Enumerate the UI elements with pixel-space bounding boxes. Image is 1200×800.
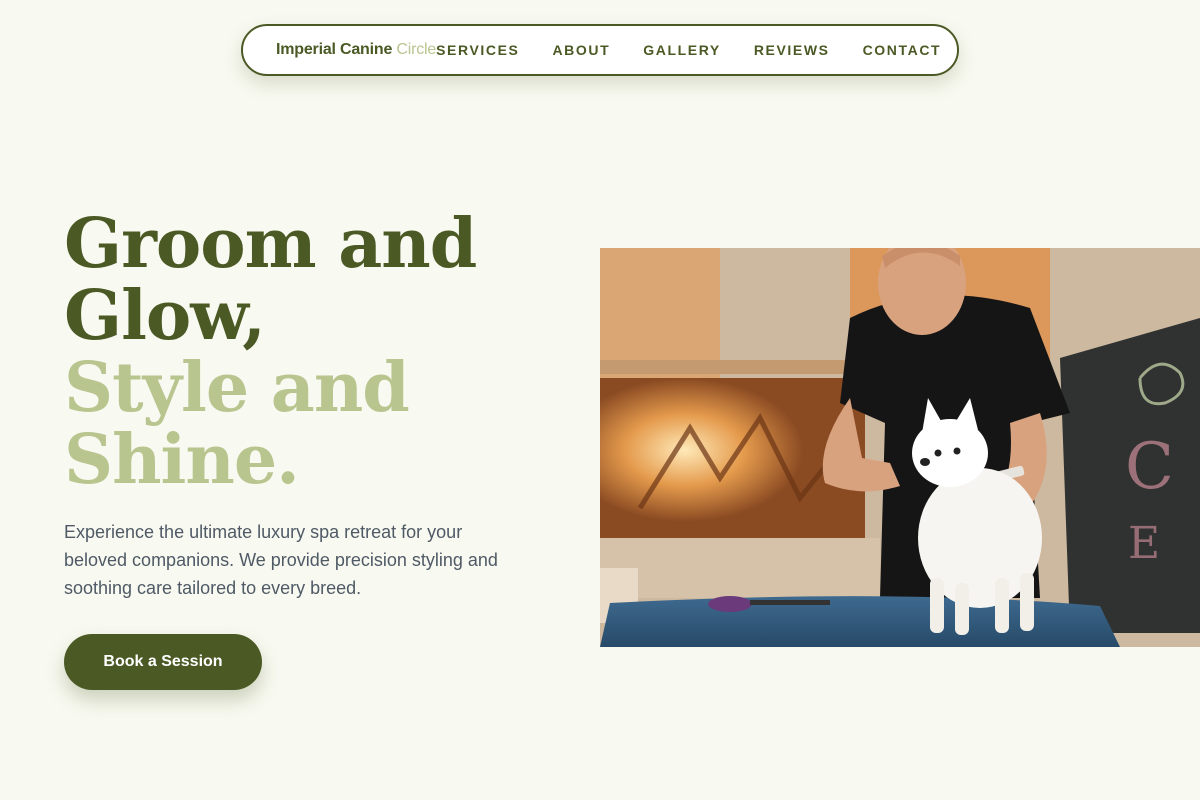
nav-link-about[interactable]: ABOUT — [552, 42, 610, 58]
headline-line-1: Groom and — [64, 204, 477, 284]
hero-headline: Groom and Glow, Style and Shine. — [64, 204, 477, 500]
svg-text:E: E — [1128, 518, 1160, 569]
svg-text:C: C — [1125, 430, 1174, 504]
top-nav: Imperial Canine Circle SERVICES ABOUT GA… — [241, 24, 959, 76]
headline-line-4: Shine. — [64, 420, 300, 500]
headline-line-3: Style and — [64, 348, 410, 428]
book-session-button[interactable]: Book a Session — [64, 634, 262, 690]
hero-description: Experience the ultimate luxury spa retre… — [64, 522, 498, 598]
nav-link-contact[interactable]: CONTACT — [863, 42, 942, 58]
headline-line-2: Glow, — [64, 276, 266, 356]
brand-name-primary: Imperial Canine — [276, 41, 397, 58]
brand-name-accent: Circle — [396, 41, 437, 58]
nav-link-gallery[interactable]: GALLERY — [643, 42, 721, 58]
nav-link-reviews[interactable]: REVIEWS — [754, 42, 830, 58]
hero-photo: C E — [600, 248, 1200, 647]
nav-link-services[interactable]: SERVICES — [436, 42, 519, 58]
nav-links: SERVICES ABOUT GALLERY REVIEWS CONTACT — [436, 42, 941, 58]
brand-logo[interactable]: Imperial Canine Circle — [276, 41, 436, 59]
